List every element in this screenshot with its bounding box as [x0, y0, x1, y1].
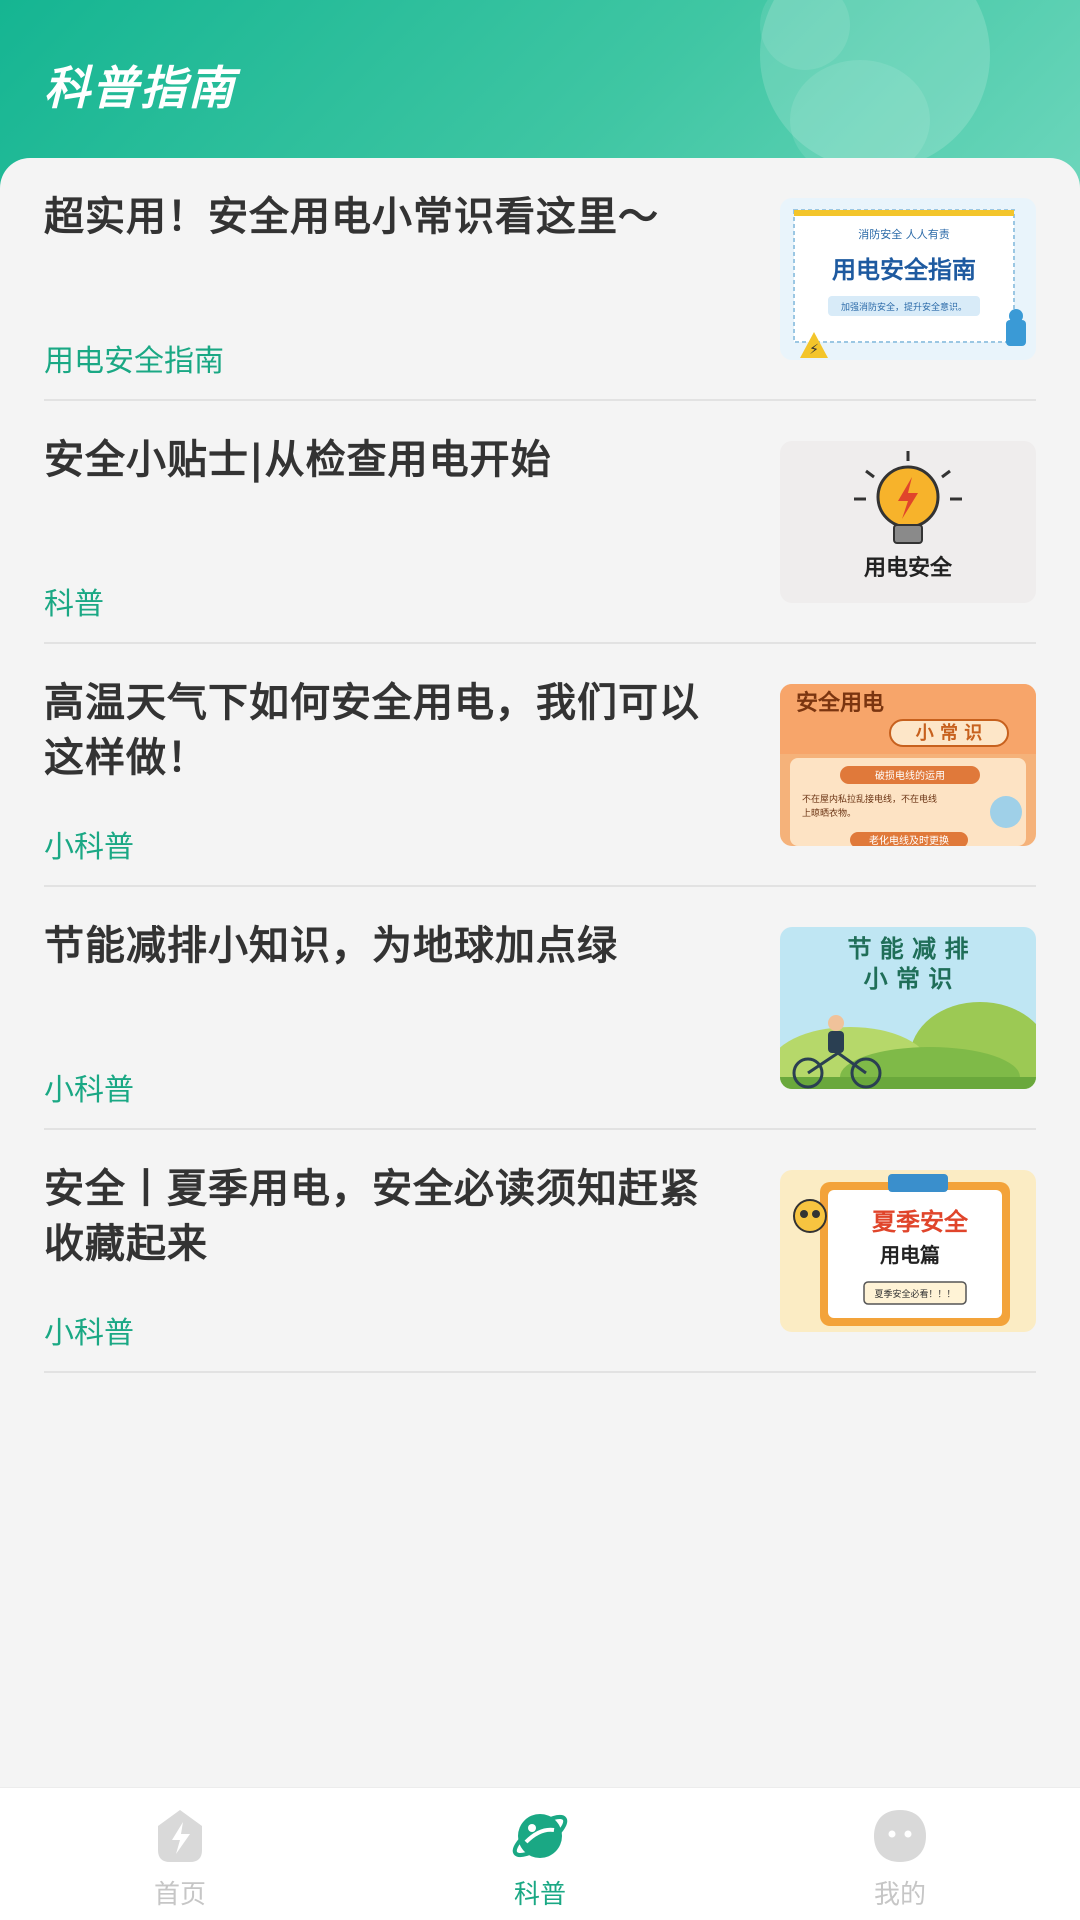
- svg-text:破损电线的运用: 破损电线的运用: [875, 769, 945, 782]
- article-title: 高温天气下如何安全用电，我们可以这样做！: [44, 680, 700, 781]
- svg-text:上晾晒衣物。: 上晾晒衣物。: [802, 807, 856, 819]
- article-tag: 用电安全指南: [44, 344, 224, 379]
- svg-text:老化电线及时更换: 老化电线及时更换: [869, 834, 949, 846]
- article-item[interactable]: 节能减排小知识，为地球加点绿 小科普 节 能 减 排 小 常 识: [44, 887, 1036, 1130]
- article-thumbnail[interactable]: 用电安全: [780, 441, 1036, 603]
- lightning-home-icon: [158, 1810, 202, 1862]
- article-item[interactable]: 高温天气下如何安全用电，我们可以这样做！ 小科普 安全用电 小 常 识 破损电线…: [44, 644, 1036, 887]
- bottom-tab-bar: 首页 科普 我的: [0, 1787, 1080, 1920]
- article-item[interactable]: 安全小贴士|从检查用电开始 科普 用电安全: [44, 401, 1036, 644]
- svg-text:夏季安全: 夏季安全: [872, 1208, 969, 1236]
- article-title: 安全小贴士|从检查用电开始: [44, 437, 552, 483]
- svg-text:小 常 识: 小 常 识: [864, 965, 953, 993]
- article-thumbnail[interactable]: 消防安全 人人有责 用电安全指南 加强消防安全，提升安全意识。 ⚡: [780, 198, 1036, 360]
- planet-icon: [512, 1814, 568, 1858]
- article-item[interactable]: 超实用！安全用电小常识看这里～ 用电安全指南 消防安全 人人有责 用电安全指南 …: [44, 158, 1036, 401]
- tab-label: 科普: [513, 1880, 566, 1910]
- article-title: 超实用！安全用电小常识看这里～: [44, 194, 659, 240]
- svg-text:用电篇: 用电篇: [880, 1243, 940, 1267]
- article-item[interactable]: 安全丨夏季用电，安全必读须知赶紧收藏起来 小科普 夏季安全 用电篇 夏季安全必看…: [44, 1130, 1036, 1373]
- article-thumbnail[interactable]: 安全用电 小 常 识 破损电线的运用 不在屋内私拉乱接电线，不在电线 上晾晒衣物…: [780, 684, 1036, 846]
- article-title: 安全丨夏季用电，安全必读须知赶紧收藏起来: [44, 1166, 700, 1267]
- tab-label: 首页: [153, 1880, 206, 1910]
- svg-text:夏季安全必看！！！: 夏季安全必看！！！: [874, 1288, 955, 1300]
- article-tag: 小科普: [44, 1316, 134, 1351]
- svg-text:用电安全: 用电安全: [864, 555, 953, 581]
- article-title: 节能减排小知识，为地球加点绿: [44, 923, 618, 969]
- face-profile-icon: [874, 1810, 926, 1862]
- article-tag: 小科普: [44, 830, 134, 865]
- article-list: 超实用！安全用电小常识看这里～ 用电安全指南 消防安全 人人有责 用电安全指南 …: [0, 158, 1080, 1788]
- svg-text:节 能 减 排: 节 能 减 排: [847, 935, 968, 963]
- svg-text:消防安全 人人有责: 消防安全 人人有责: [858, 227, 950, 241]
- svg-text:⚡: ⚡: [809, 342, 819, 358]
- tab-home[interactable]: 首页: [90, 1788, 270, 1920]
- page-title: 科普指南: [44, 61, 236, 115]
- article-thumbnail[interactable]: 夏季安全 用电篇 夏季安全必看！！！: [780, 1170, 1036, 1332]
- svg-text:安全用电: 安全用电: [796, 690, 884, 716]
- article-thumbnail[interactable]: 节 能 减 排 小 常 识: [780, 927, 1036, 1089]
- article-tag: 科普: [44, 587, 104, 622]
- tab-profile[interactable]: 我的: [810, 1788, 990, 1920]
- svg-text:不在屋内私拉乱接电线，不在电线: 不在屋内私拉乱接电线，不在电线: [802, 793, 937, 805]
- tab-science[interactable]: 科普: [450, 1788, 630, 1920]
- article-tag: 小科普: [44, 1073, 134, 1108]
- svg-text:加强消防安全，提升安全意识。: 加强消防安全，提升安全意识。: [841, 301, 967, 313]
- svg-text:小 常 识: 小 常 识: [916, 722, 983, 744]
- svg-text:用电安全指南: 用电安全指南: [832, 256, 976, 284]
- tab-label: 我的: [873, 1880, 926, 1910]
